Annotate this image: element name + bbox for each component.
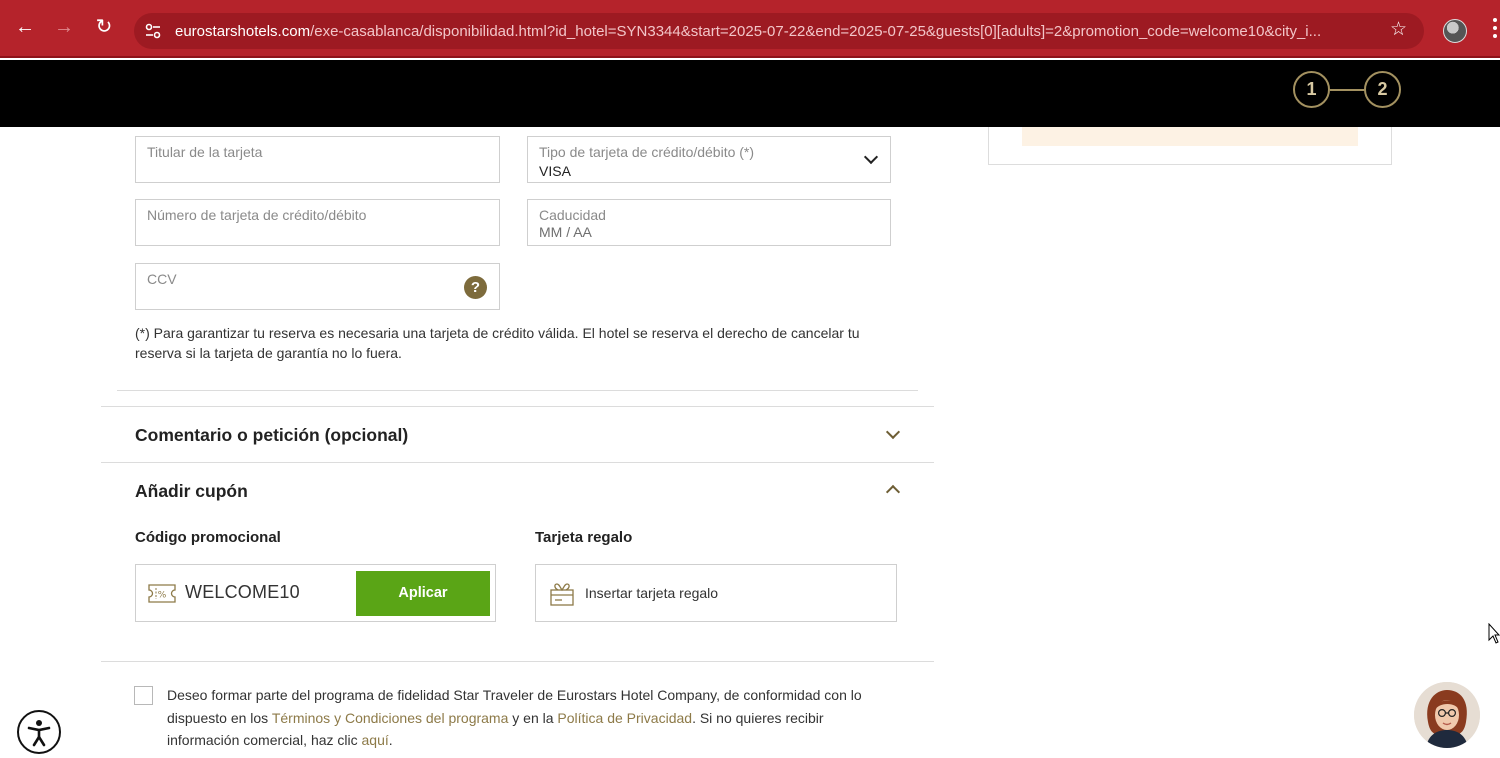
loyalty-consent-text: Deseo formar parte del programa de fidel… xyxy=(167,684,867,752)
chevron-down-icon xyxy=(863,149,879,165)
step-connector xyxy=(1330,89,1366,91)
cardholder-field[interactable]: Titular de la tarjeta xyxy=(135,136,500,183)
ccv-field[interactable]: CCV ? xyxy=(135,263,500,310)
back-icon[interactable]: ← xyxy=(14,16,36,38)
bookmark-star-icon[interactable]: ☆ xyxy=(1390,20,1410,40)
privacy-policy-link[interactable]: Política de Privacidad xyxy=(557,710,692,726)
loyalty-text-part: . xyxy=(388,732,393,748)
ccv-label: CCV xyxy=(147,271,177,287)
card-guarantee-notice: (*) Para garantizar tu reserva es necesa… xyxy=(135,325,860,361)
card-type-label: Tipo de tarjeta de crédito/débito (*) xyxy=(539,144,755,160)
coupon-icon: % xyxy=(148,584,176,603)
expiry-field[interactable]: Caducidad MM / AA xyxy=(527,199,891,246)
expiry-placeholder: MM / AA xyxy=(539,224,592,240)
gift-card-label: Tarjeta regalo xyxy=(535,529,633,546)
svg-text:%: % xyxy=(158,591,167,601)
url-domain: eurostarshotels.com xyxy=(175,23,311,40)
url-path: /exe-casablanca/disponibilidad.html?id_h… xyxy=(310,23,1322,40)
promo-code-value: WELCOME10 xyxy=(185,582,300,602)
profile-avatar-icon[interactable] xyxy=(1443,19,1467,43)
divider xyxy=(117,390,918,391)
booking-summary-card xyxy=(988,127,1392,165)
address-bar[interactable]: eurostarshotels.com/exe-casablanca/dispo… xyxy=(134,13,1424,49)
help-icon[interactable]: ? xyxy=(464,276,487,299)
url-text[interactable]: eurostarshotels.com/exe-casablanca/dispo… xyxy=(175,22,1375,42)
expiry-label: Caducidad xyxy=(539,207,606,223)
card-number-label: Número de tarjeta de crédito/débito xyxy=(147,207,367,223)
loyalty-text-part: y en la xyxy=(508,709,558,726)
site-settings-icon[interactable] xyxy=(144,22,162,40)
coupon-section-title: Añadir cupón xyxy=(135,481,248,501)
comment-accordion-header[interactable]: Comentario o petición (opcional) xyxy=(101,407,934,462)
browser-menu-icon[interactable] xyxy=(1490,18,1500,44)
coupon-accordion-header[interactable]: Añadir cupón xyxy=(101,463,934,518)
step-indicator-1: 1 xyxy=(1293,71,1330,108)
gift-card-placeholder: Insertar tarjeta regalo xyxy=(585,585,719,601)
browser-toolbar: ← → ↻ eurostarshotels.com/exe-casablanca… xyxy=(0,0,1500,58)
terms-link[interactable]: Términos y Condiciones del programa xyxy=(272,710,509,726)
promo-code-input[interactable]: % WELCOME10 Aplicar xyxy=(135,564,496,622)
chat-assistant-avatar-icon[interactable] xyxy=(1414,682,1480,748)
mouse-pointer-icon xyxy=(1488,623,1500,644)
apply-coupon-button[interactable]: Aplicar xyxy=(356,571,490,616)
chevron-up-icon xyxy=(885,484,901,500)
cardholder-label: Titular de la tarjeta xyxy=(147,144,263,160)
card-type-value: VISA xyxy=(539,163,571,179)
promo-code-label: Código promocional xyxy=(135,529,281,546)
loyalty-checkbox[interactable] xyxy=(134,686,153,705)
site-header: 1 2 xyxy=(0,60,1500,127)
card-number-field[interactable]: Número de tarjeta de crédito/débito xyxy=(135,199,500,246)
chevron-down-icon xyxy=(885,424,901,440)
card-type-select[interactable]: Tipo de tarjeta de crédito/débito (*) VI… xyxy=(527,136,891,183)
summary-highlight xyxy=(1022,127,1358,146)
gift-card-input[interactable]: Insertar tarjeta regalo xyxy=(535,564,897,622)
opt-out-link[interactable]: aquí xyxy=(362,732,389,748)
reload-icon[interactable]: ↻ xyxy=(93,16,115,38)
step-indicator-2: 2 xyxy=(1364,71,1401,108)
divider xyxy=(101,661,934,662)
accessibility-icon[interactable] xyxy=(17,710,61,754)
comment-section-title: Comentario o petición (opcional) xyxy=(135,425,409,445)
forward-icon[interactable]: → xyxy=(53,16,75,38)
gift-card-icon xyxy=(550,583,574,606)
